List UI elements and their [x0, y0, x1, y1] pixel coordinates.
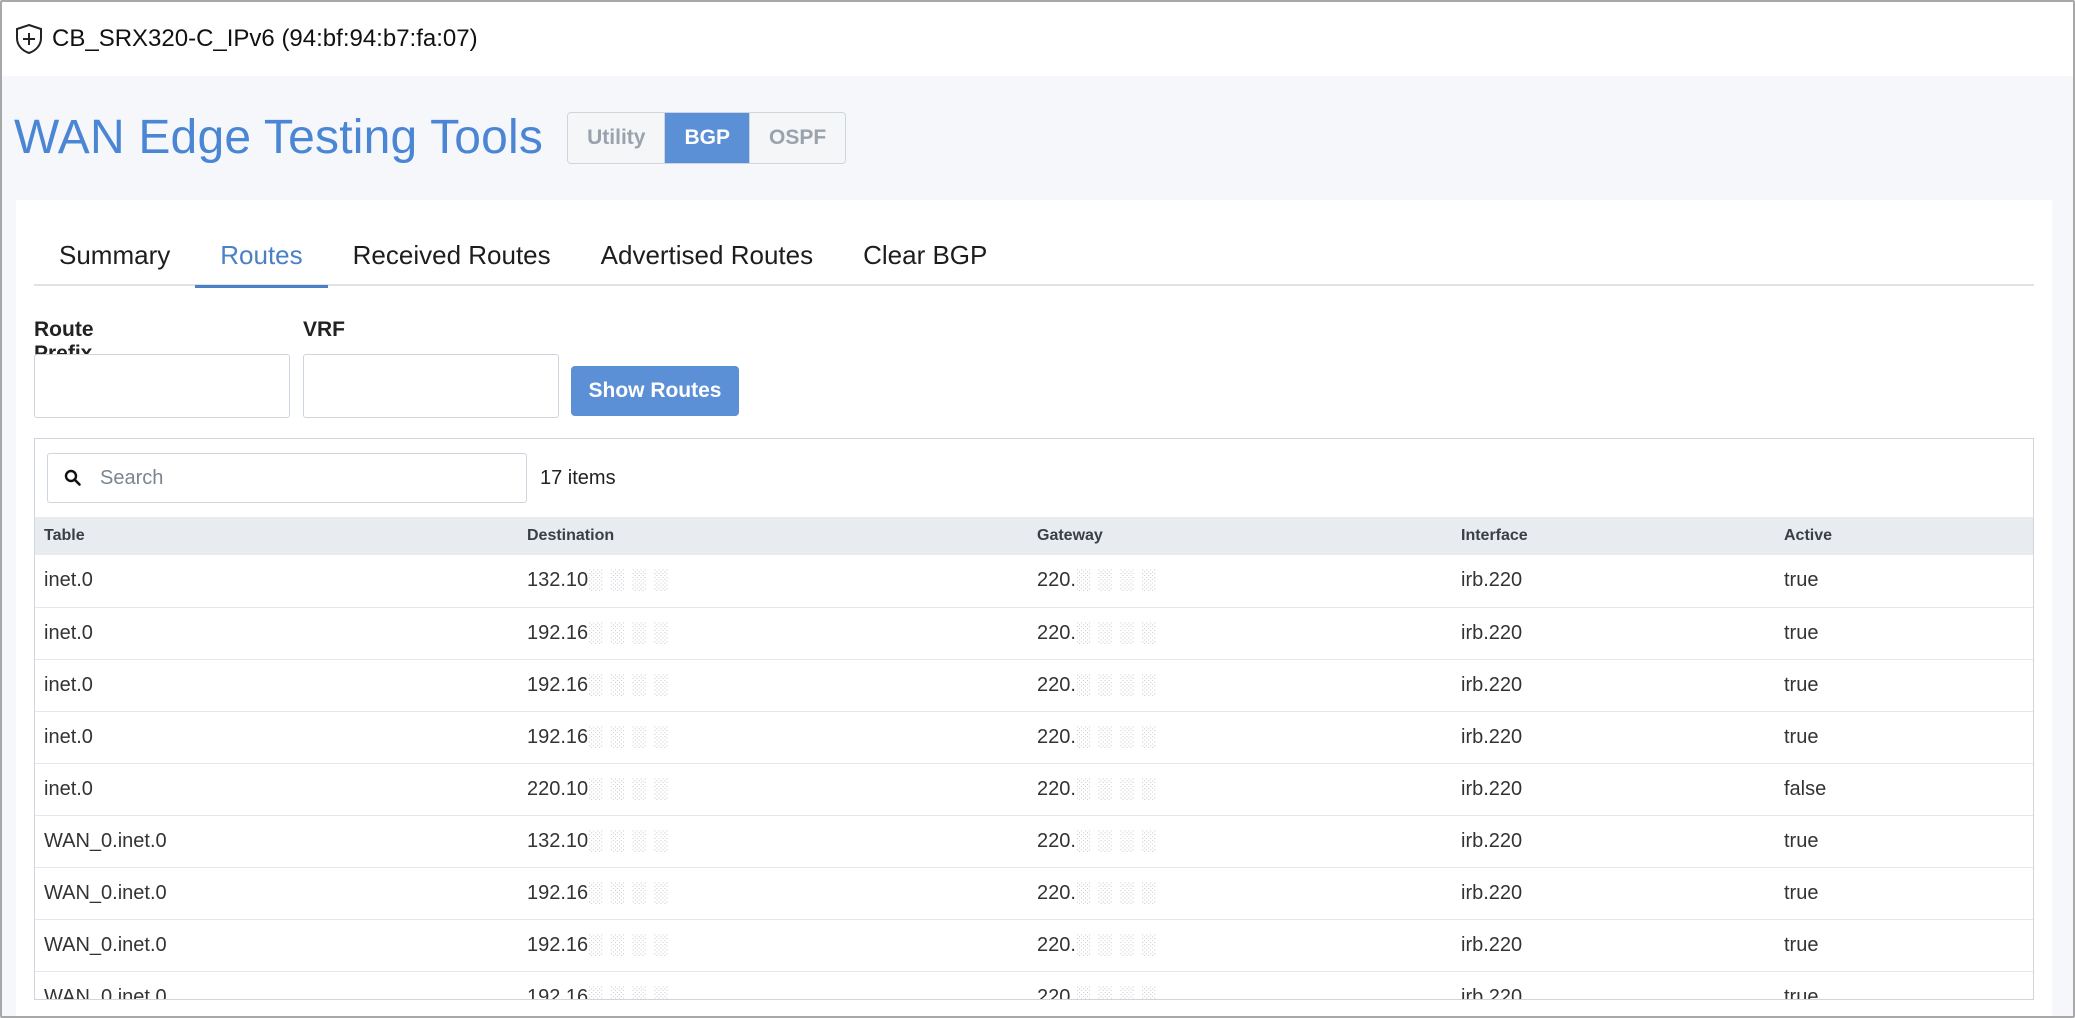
cell-table: inet.0 — [35, 555, 518, 608]
grid-toolbar: 17 items — [35, 439, 2033, 517]
routes-table: Table Destination Gateway Interface Acti… — [35, 517, 2033, 999]
cell-table: inet.0 — [35, 659, 518, 712]
cell-interface: irb.220 — [1452, 919, 1775, 972]
vrf-field: VRF — [303, 318, 559, 418]
cell-active: true — [1775, 867, 2033, 920]
cell-interface: irb.220 — [1452, 659, 1775, 712]
cell-destination: 192.16░ ░ ░ ░ — [518, 607, 1028, 660]
cell-destination: 192.16░ ░ ░ ░ — [518, 867, 1028, 920]
search-input[interactable] — [100, 466, 500, 490]
column-header-active[interactable]: Active — [1775, 517, 2033, 555]
tab-advertised-routes[interactable]: Advertised Routes — [576, 224, 838, 286]
cell-active: true — [1775, 815, 2033, 868]
cell-destination: 192.16░ ░ ░ ░ — [518, 659, 1028, 712]
route-prefix-field: Route Prefix — [34, 318, 290, 418]
cell-destination: 192.16░ ░ ░ ░ — [518, 919, 1028, 972]
cell-gateway: 220.░ ░ ░ ░ — [1028, 763, 1452, 816]
table-row[interactable]: inet.0 132.10░ ░ ░ ░ 220.░ ░ ░ ░ irb.220 tru… — [35, 555, 2033, 608]
window-title: CB_SRX320-C_IPv6 (94:bf:94:b7:fa:07) — [52, 25, 478, 52]
title-bar: CB_SRX320-C_IPv6 (94:bf:94:b7:fa:07) — [2, 2, 2073, 76]
cell-interface: irb.220 — [1452, 971, 1775, 999]
table-row[interactable]: inet.0 192.16░ ░ ░ ░ 220.░ ░ ░ ░ irb.220 tru… — [35, 711, 2033, 764]
tab-received-routes[interactable]: Received Routes — [328, 224, 576, 286]
column-header-destination[interactable]: Destination — [518, 517, 1028, 555]
cell-gateway: 220.░ ░ ░ ░ — [1028, 555, 1452, 608]
cell-interface: irb.220 — [1452, 607, 1775, 660]
cell-active: true — [1775, 607, 2033, 660]
cell-gateway: 220.░ ░ ░ ░ — [1028, 607, 1452, 660]
cell-gateway: 220.░ ░ ░ ░ — [1028, 659, 1452, 712]
column-header-interface[interactable]: Interface — [1452, 517, 1775, 555]
page-title: WAN Edge Testing Tools — [14, 111, 544, 164]
tool-segmented-control: Utility BGP OSPF — [567, 111, 847, 164]
column-header-table[interactable]: Table — [35, 517, 518, 555]
cell-interface: irb.220 — [1452, 711, 1775, 764]
table-row[interactable]: inet.0 220.10░ ░ ░ ░ 220.░ ░ ░ ░ irb.220 fal… — [35, 763, 2033, 816]
cell-gateway: 220.░ ░ ░ ░ — [1028, 867, 1452, 920]
cell-table: WAN_0.inet.0 — [35, 919, 518, 972]
cell-gateway: 220.░ ░ ░ ░ — [1028, 815, 1452, 868]
cell-destination: 220.10░ ░ ░ ░ — [518, 763, 1028, 816]
items-count: 17 items — [540, 466, 616, 489]
cell-interface: irb.220 — [1452, 555, 1775, 608]
cell-table: WAN_0.inet.0 — [35, 867, 518, 920]
cell-table: inet.0 — [35, 607, 518, 660]
cell-table: WAN_0.inet.0 — [35, 971, 518, 999]
segment-ospf[interactable]: OSPF — [749, 112, 846, 163]
content-card: Summary Routes Received Routes Advertise… — [16, 200, 2052, 1016]
route-prefix-input[interactable] — [34, 354, 290, 418]
vrf-input[interactable] — [303, 354, 559, 418]
tab-clear-bgp[interactable]: Clear BGP — [838, 224, 1012, 286]
cell-interface: irb.220 — [1452, 815, 1775, 868]
column-header-gateway[interactable]: Gateway — [1028, 517, 1452, 555]
cell-destination: 132.10░ ░ ░ ░ — [518, 555, 1028, 608]
cell-table: inet.0 — [35, 763, 518, 816]
cell-active: true — [1775, 971, 2033, 999]
search-icon — [64, 469, 81, 486]
show-routes-button[interactable]: Show Routes — [571, 366, 739, 416]
cell-gateway: 220.░ ░ ░ ░ — [1028, 919, 1452, 972]
table-row[interactable]: WAN_0.inet.0 192.16░ ░ ░ ░ 220.░ ░ ░ ░ irb.… — [35, 867, 2033, 920]
cell-table: inet.0 — [35, 711, 518, 764]
cell-gateway: 220.░ ░ ░ ░ — [1028, 711, 1452, 764]
app-window: CB_SRX320-C_IPv6 (94:bf:94:b7:fa:07) WAN… — [0, 0, 2075, 1018]
shield-plus-icon — [16, 23, 42, 55]
table-row[interactable]: inet.0 192.16░ ░ ░ ░ 220.░ ░ ░ ░ irb.220 tru… — [35, 659, 2033, 712]
table-header-row: Table Destination Gateway Interface Acti… — [35, 517, 2033, 555]
cell-table: WAN_0.inet.0 — [35, 815, 518, 868]
tab-summary[interactable]: Summary — [34, 224, 195, 286]
routes-grid: 17 items Table Destination Gateway Inter… — [34, 438, 2034, 1000]
page-header: WAN Edge Testing Tools Utility BGP OSPF — [14, 110, 847, 165]
cell-active: true — [1775, 555, 2033, 608]
cell-active: false — [1775, 763, 2033, 816]
cell-destination: 192.16░ ░ ░ ░ — [518, 711, 1028, 764]
tab-routes[interactable]: Routes — [195, 224, 329, 288]
cell-gateway: 220.░ ░ ░ ░ — [1028, 971, 1452, 999]
segment-bgp[interactable]: BGP — [665, 112, 750, 163]
cell-destination: 132.10░ ░ ░ ░ — [518, 815, 1028, 868]
cell-interface: irb.220 — [1452, 867, 1775, 920]
table-row[interactable]: inet.0 192.16░ ░ ░ ░ 220.░ ░ ░ ░ irb.220 tru… — [35, 607, 2033, 660]
table-row[interactable]: WAN_0.inet.0 192.16░ ░ ░ ░ 220.░ ░ ░ ░ irb.… — [35, 971, 2033, 999]
cell-destination: 192.16░ ░ ░ ░ — [518, 971, 1028, 999]
cell-active: true — [1775, 711, 2033, 764]
cell-active: true — [1775, 919, 2033, 972]
cell-interface: irb.220 — [1452, 763, 1775, 816]
segment-utility[interactable]: Utility — [568, 112, 666, 163]
table-row[interactable]: WAN_0.inet.0 192.16░ ░ ░ ░ 220.░ ░ ░ ░ irb.… — [35, 919, 2033, 972]
vrf-label: VRF — [303, 318, 345, 341]
search-box[interactable] — [47, 453, 527, 503]
tab-bar: Summary Routes Received Routes Advertise… — [34, 224, 2034, 288]
table-row[interactable]: WAN_0.inet.0 132.10░ ░ ░ ░ 220.░ ░ ░ ░ irb.… — [35, 815, 2033, 868]
cell-active: true — [1775, 659, 2033, 712]
